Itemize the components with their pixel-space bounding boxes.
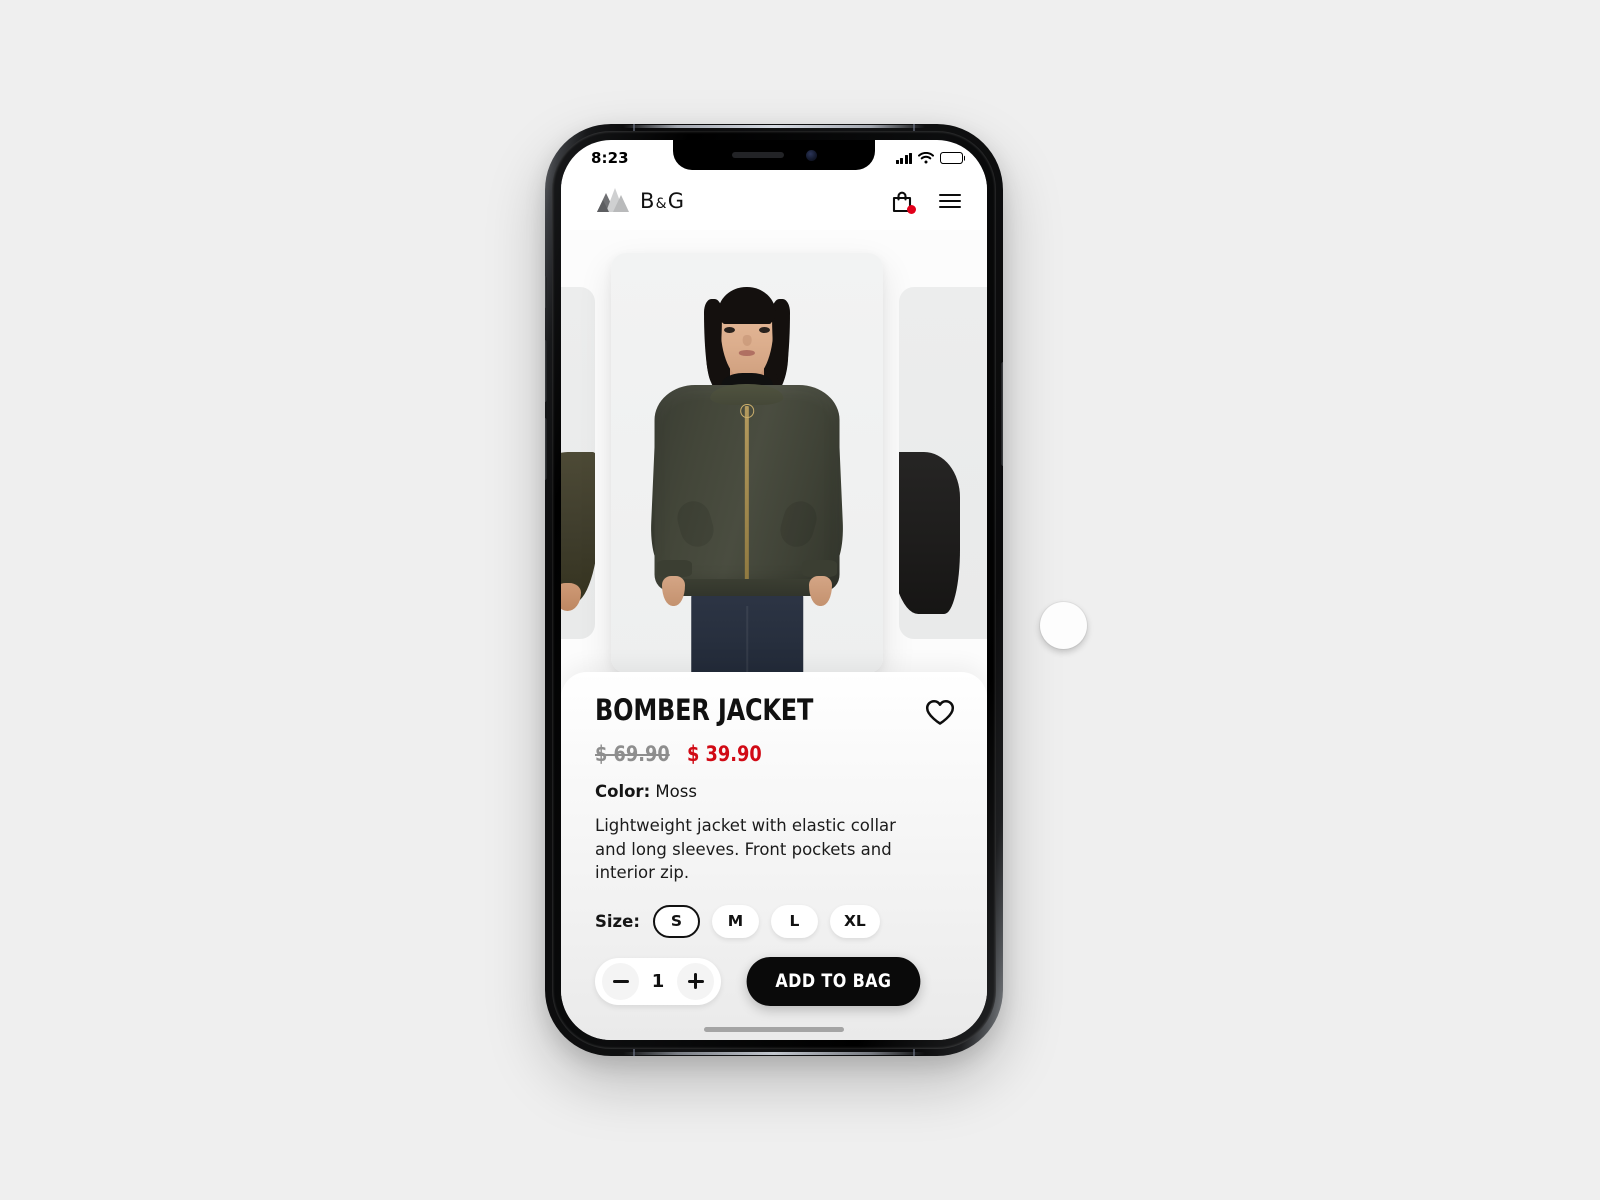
wifi-icon xyxy=(918,149,934,168)
phone-frame: B & G 8:23 BOMBER JACKET $ 69.90 $ 39.90… xyxy=(545,124,1003,1056)
brand-logo[interactable]: B & G xyxy=(589,186,684,216)
home-indicator[interactable] xyxy=(704,1027,844,1032)
battery-full-icon xyxy=(940,152,963,164)
model-nose xyxy=(742,335,752,347)
antenna-seam-top-right xyxy=(913,124,915,131)
size-option-xl[interactable]: XL xyxy=(829,904,880,938)
hamburger-menu-icon[interactable] xyxy=(939,193,961,209)
carousel-slide-previous[interactable] xyxy=(561,287,595,639)
brand-name: B & G xyxy=(640,189,684,213)
minus-icon[interactable] xyxy=(602,962,639,1000)
device-notch xyxy=(673,140,875,170)
brand-letter-g: G xyxy=(667,189,684,213)
jacket-collar xyxy=(710,384,784,406)
header-actions xyxy=(889,188,961,214)
heart-outline-icon[interactable] xyxy=(923,697,957,732)
phone-mockup: B & G 8:23 BOMBER JACKET $ 69.90 $ 39.90… xyxy=(545,124,1003,1056)
title-row: BOMBER JACKET xyxy=(595,696,957,732)
antenna-seam-bottom-right xyxy=(913,1049,915,1056)
jacket-hem xyxy=(665,578,829,597)
menu-line-2 xyxy=(939,199,961,203)
size-option-s[interactable]: S xyxy=(652,904,700,938)
minus-bar xyxy=(612,979,629,983)
mountains-logo-icon xyxy=(589,186,633,216)
model-hair-front xyxy=(717,286,777,325)
plus-bar-vertical xyxy=(694,973,697,990)
brand-letter-b: B xyxy=(640,189,655,213)
brand-ampersand: & xyxy=(655,196,667,212)
hand-fragment xyxy=(561,582,581,611)
antenna-seam-top-left xyxy=(633,124,635,131)
color-row: Color: Moss xyxy=(595,782,957,801)
jacket-sleeve-fragment xyxy=(561,452,595,604)
price-row: $ 69.90 $ 39.90 xyxy=(595,742,957,766)
size-label: Size: xyxy=(595,911,640,931)
plus-icon[interactable] xyxy=(677,962,714,1000)
jacket-cuff-right xyxy=(801,559,838,578)
add-to-bag-button[interactable]: ADD TO BAG xyxy=(746,956,921,1006)
color-value: Moss xyxy=(655,782,697,801)
quantity-value: 1 xyxy=(651,970,665,992)
model-hand-left xyxy=(662,576,686,606)
model-jeans xyxy=(691,591,803,673)
page-title: BOMBER JACKET xyxy=(595,693,814,727)
front-camera-icon xyxy=(805,149,817,161)
carousel-slide-active[interactable] xyxy=(611,253,883,673)
action-row: 1 ADD TO BAG xyxy=(595,956,957,1006)
silent-switch-button[interactable] xyxy=(545,276,547,308)
original-price: $ 69.90 xyxy=(595,742,670,766)
menu-line-3 xyxy=(939,206,961,209)
app-header: B & G xyxy=(561,172,987,230)
frame-gloss-bottom xyxy=(623,1052,925,1055)
jacket-sleeve-fragment-next xyxy=(899,452,961,615)
cart-notification-badge xyxy=(907,205,916,214)
shopping-bag-icon[interactable] xyxy=(889,188,916,214)
product-image-partial-next xyxy=(899,287,987,639)
power-button[interactable] xyxy=(1001,362,1003,466)
frame-gloss-top xyxy=(623,125,925,128)
volume-up-button[interactable] xyxy=(545,340,547,402)
product-gallery-carousel[interactable] xyxy=(561,230,987,696)
sale-price: $ 39.90 xyxy=(687,742,763,766)
jacket-zipper xyxy=(744,406,750,583)
status-indicators xyxy=(896,149,963,168)
phone-screen: B & G 8:23 BOMBER JACKET $ 69.90 $ 39.90… xyxy=(561,140,987,1040)
antenna-seam-bottom-left xyxy=(633,1049,635,1056)
product-description: Lightweight jacket with elastic collar a… xyxy=(595,816,896,883)
pointer-indicator xyxy=(1040,602,1087,649)
size-option-m[interactable]: M xyxy=(711,904,759,938)
carousel-slide-next[interactable] xyxy=(899,287,987,639)
product-detail-card: BOMBER JACKET $ 69.90 $ 39.90 Color: Mos… xyxy=(561,672,987,1040)
volume-down-button[interactable] xyxy=(545,418,547,480)
product-image-bomber-jacket xyxy=(611,253,883,673)
quantity-stepper: 1 xyxy=(595,957,721,1005)
menu-line-1 xyxy=(939,193,961,196)
status-time: 8:23 xyxy=(591,149,629,167)
jacket-zipper-pull xyxy=(740,404,754,419)
cellular-signal-icon xyxy=(896,152,912,164)
color-label: Color: xyxy=(595,782,651,801)
size-selector: Size: S M L XL xyxy=(595,904,957,938)
earpiece-speaker-icon xyxy=(731,152,784,158)
carousel-track[interactable] xyxy=(561,230,987,696)
model-hand-right xyxy=(808,576,832,606)
product-image-partial-previous xyxy=(561,287,595,639)
size-option-l[interactable]: L xyxy=(770,904,818,938)
jacket-cuff-left xyxy=(656,559,693,578)
